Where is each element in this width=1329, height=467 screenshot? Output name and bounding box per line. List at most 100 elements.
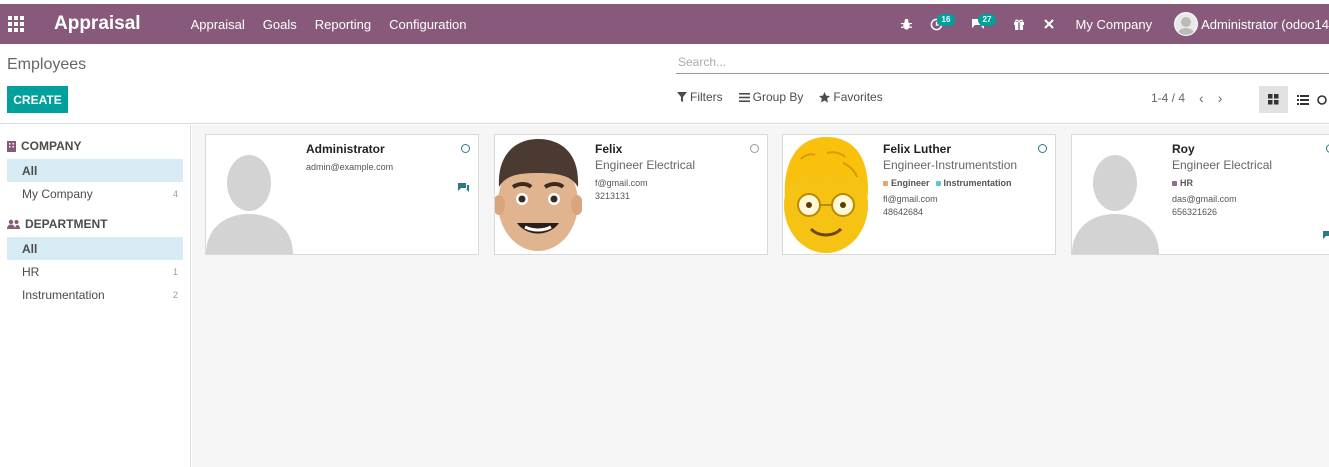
tag-color-dot xyxy=(1172,180,1177,186)
employee-email: admin@example.com xyxy=(306,162,394,172)
placeholder-avatar-image xyxy=(206,135,293,254)
menu-goals[interactable]: Goals xyxy=(263,17,297,32)
tag-label: Engineer xyxy=(891,178,930,188)
pager: 1-4 / 4 ‹ › xyxy=(1151,90,1222,106)
messages-badge: 27 xyxy=(977,14,997,26)
filters-button[interactable]: Filters xyxy=(677,90,723,104)
pager-value[interactable]: 1-4 / 4 xyxy=(1151,91,1185,105)
user-avatar[interactable] xyxy=(1174,12,1199,36)
favorites-label: Favorites xyxy=(833,90,883,104)
groupby-button[interactable]: Group By xyxy=(738,90,804,104)
blond-emoji-avatar-image xyxy=(783,135,870,254)
tag-color-dot xyxy=(935,180,941,186)
employee-phone: 48642684 xyxy=(883,207,924,217)
employee-phone: 3213131 xyxy=(595,191,631,201)
company-switcher[interactable]: My Company xyxy=(1076,17,1153,32)
presence-status-icon xyxy=(750,144,759,153)
department-item-label: HR xyxy=(22,264,40,279)
groupby-label: Group By xyxy=(752,90,804,104)
filters-label: Filters xyxy=(690,90,723,104)
chat-icon[interactable] xyxy=(1323,231,1329,241)
search-panel: COMPANY All My Company 4 DEPARTMENT All … xyxy=(0,125,191,467)
employee-job: Engineer Electrical xyxy=(1172,158,1273,172)
department-item-hr[interactable]: HR 1 xyxy=(7,260,183,283)
department-item-count: 2 xyxy=(172,289,178,300)
tag-instrumentation: Instrumentation xyxy=(935,178,1012,188)
card-info: Roy Engineer Electrical HR das@gmail.com… xyxy=(1172,142,1329,217)
star-icon xyxy=(819,91,831,102)
company-list: All My Company 4 xyxy=(7,159,183,205)
department-item-instrumentation[interactable]: Instrumentation 2 xyxy=(7,283,183,306)
users-icon xyxy=(7,219,20,229)
app-brand[interactable]: Appraisal xyxy=(54,13,141,35)
company-header-label: COMPANY xyxy=(21,139,82,153)
main-menu: Appraisal Goals Reporting Configuration xyxy=(191,17,467,32)
company-item-my-company[interactable]: My Company 4 xyxy=(7,182,183,205)
employee-email: f@gmail.com xyxy=(595,178,648,188)
pager-previous-icon[interactable]: ‹ xyxy=(1199,90,1204,106)
chat-icon[interactable] xyxy=(458,183,470,193)
menu-appraisal[interactable]: Appraisal xyxy=(191,17,245,32)
presence-status-icon xyxy=(1038,144,1047,153)
employee-card[interactable]: Felix Engineer Electrical f@gmail.com 32… xyxy=(494,134,768,255)
employee-card[interactable]: Roy Engineer Electrical HR das@gmail.com… xyxy=(1071,134,1329,255)
activity-clock-icon[interactable]: 16 xyxy=(925,4,956,44)
department-section-header: DEPARTMENT xyxy=(7,217,190,231)
employee-phone: 656321626 xyxy=(1172,207,1218,217)
search-input[interactable]: Search... xyxy=(676,52,1329,74)
employee-name: Felix xyxy=(595,142,623,156)
employee-email: fl@gmail.com xyxy=(883,194,938,204)
list-view-icon[interactable] xyxy=(1288,86,1317,113)
breadcrumb: Employees xyxy=(7,56,87,73)
systray: 16 27 My Company Administrator (odoo14 xyxy=(892,4,1329,44)
presence-status-icon xyxy=(461,144,470,153)
card-info: Felix Engineer Electrical f@gmail.com 32… xyxy=(595,142,759,201)
department-item-label: Instrumentation xyxy=(22,287,105,302)
employee-job: Engineer Electrical xyxy=(595,158,696,172)
department-header-label: DEPARTMENT xyxy=(25,217,108,231)
company-item-label: My Company xyxy=(22,186,93,201)
menu-configuration[interactable]: Configuration xyxy=(389,17,466,32)
top-navbar: Appraisal Appraisal Goals Reporting Conf… xyxy=(0,4,1329,44)
employee-card[interactable]: Administrator admin@example.com xyxy=(205,134,479,255)
favorites-button[interactable]: Favorites xyxy=(819,90,883,104)
control-panel: Employees CREATE Search... Filters Group… xyxy=(0,44,1329,124)
employee-tags: Engineer Instrumentation xyxy=(883,178,1047,188)
employee-tags: HR xyxy=(1172,178,1329,188)
department-item-count: 1 xyxy=(172,266,178,277)
activity-badge: 16 xyxy=(936,14,956,26)
tag-label: HR xyxy=(1180,178,1193,188)
messages-icon[interactable]: 27 xyxy=(966,4,997,44)
employee-name: Felix Luther xyxy=(883,142,952,156)
apps-menu-icon[interactable] xyxy=(0,4,32,44)
employee-job: Engineer-Instrumentstion xyxy=(883,158,1018,172)
kanban-view-icon[interactable] xyxy=(1259,86,1288,113)
search-options: Filters Group By Favorites xyxy=(677,90,883,104)
pager-next-icon[interactable]: › xyxy=(1218,90,1223,106)
tag-label: Instrumentation xyxy=(943,178,1012,188)
menu-reporting[interactable]: Reporting xyxy=(315,17,371,32)
building-icon xyxy=(7,140,16,152)
tag-engineer: Engineer xyxy=(883,178,930,188)
placeholder-avatar-image xyxy=(1072,135,1159,254)
tools-icon[interactable] xyxy=(1037,4,1061,44)
create-button[interactable]: CREATE xyxy=(7,86,68,113)
activity-view-icon[interactable] xyxy=(1317,86,1329,113)
employee-card[interactable]: Felix Luther Engineer-Instrumentstion En… xyxy=(782,134,1056,255)
user-menu[interactable]: Administrator (odoo14 xyxy=(1201,17,1329,32)
bug-icon[interactable] xyxy=(895,4,919,44)
company-item-all[interactable]: All xyxy=(7,159,183,182)
department-item-label: All xyxy=(22,241,38,256)
tag-hr: HR xyxy=(1172,178,1193,188)
card-info: Administrator admin@example.com xyxy=(306,142,470,172)
department-item-all[interactable]: All xyxy=(7,237,183,260)
employee-name: Roy xyxy=(1172,142,1195,156)
gift-icon[interactable] xyxy=(1007,4,1031,44)
department-list: All HR 1 Instrumentation 2 xyxy=(7,237,183,306)
company-item-count: 4 xyxy=(172,188,178,199)
employee-email: das@gmail.com xyxy=(1172,194,1237,204)
card-info: Felix Luther Engineer-Instrumentstion En… xyxy=(883,142,1047,217)
bars-icon xyxy=(738,92,750,102)
kanban-view: Administrator admin@example.com Felix En… xyxy=(192,125,1329,467)
company-section-header: COMPANY xyxy=(7,139,190,153)
